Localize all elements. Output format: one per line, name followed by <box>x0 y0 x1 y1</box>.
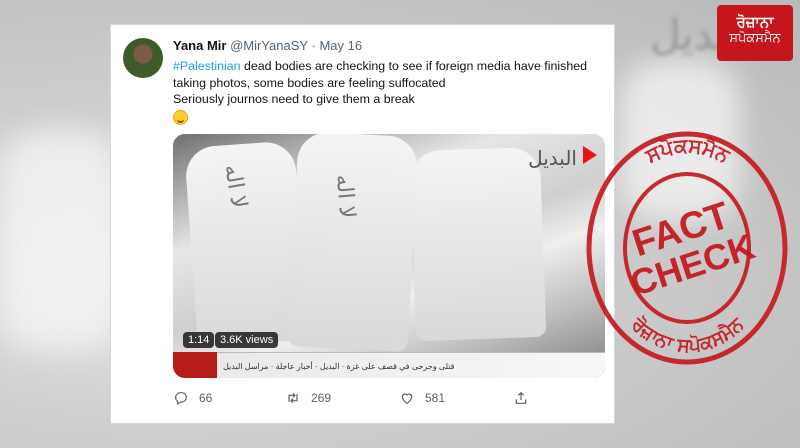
publisher-logo-line1: ਰੋਜ਼ਾਨਾ <box>736 13 774 31</box>
separator: · <box>311 38 316 53</box>
heart-icon <box>401 393 413 405</box>
retweet-icon <box>288 392 298 404</box>
reply-icon <box>175 392 187 406</box>
tweet-actions: 66 269 581 <box>173 390 593 412</box>
publisher-logo-line2: ਸਪੋਕਸਮੈਨ <box>729 31 781 46</box>
news-ticker: قتلى وجرحى في قصف على غزة · البديل · أخب… <box>173 352 605 378</box>
channel-logo: البديل <box>528 146 577 170</box>
video-player[interactable]: لا اله لا اله البديل قتلى وجرحى في قصف ع… <box>173 134 605 378</box>
tweet-card[interactable]: Yana Mir @MirYanaSY · May 16 #Palestinia… <box>110 24 615 424</box>
display-name[interactable]: Yana Mir <box>173 38 226 53</box>
share-icon <box>515 391 527 404</box>
tweet-text-line3: Seriously journos need to give them a br… <box>173 92 415 106</box>
video-shroud <box>287 134 419 352</box>
reply-count: 66 <box>199 391 213 405</box>
ticker-brand-block <box>173 352 217 378</box>
grinning-sweat-emoji-icon <box>173 109 188 125</box>
reply-button[interactable]: 66 <box>173 390 212 406</box>
tweet-header: Yana Mir @MirYanaSY · May 16 <box>173 38 362 53</box>
tweet-date[interactable]: May 16 <box>319 38 362 53</box>
tweet-text-line2: taking photos, some bodies are feeling s… <box>173 75 446 90</box>
fact-check-stamp: ਸਪੋਕਸਮੈਨ ਰੋਜ਼ਾਨਾ ਸਪੋਕਸਮੈਨ FACT CHECK <box>586 131 788 365</box>
retweet-count: 269 <box>311 391 332 405</box>
video-shroud-writing: لا اله <box>330 173 360 220</box>
tweet-text: #Palestinian dead bodies are checking to… <box>173 58 603 129</box>
user-handle[interactable]: @MirYanaSY <box>230 38 308 53</box>
like-count: 581 <box>425 391 446 405</box>
video-views: 3.6K views <box>215 332 279 348</box>
background-shroud <box>0 130 120 350</box>
video-shroud <box>409 146 547 342</box>
retweet-button[interactable]: 269 <box>285 390 331 406</box>
publisher-logo: ਰੋਜ਼ਾਨਾ ਸਪੋਕਸਮੈਨ <box>717 5 793 61</box>
hashtag-link[interactable]: #Palestinian <box>173 59 241 73</box>
share-button[interactable] <box>513 390 529 406</box>
tweet-text-line1: dead bodies are checking to see if forei… <box>240 59 587 73</box>
like-button[interactable]: 581 <box>399 390 445 406</box>
video-duration: 1:14 <box>183 332 215 348</box>
avatar[interactable] <box>123 38 163 78</box>
